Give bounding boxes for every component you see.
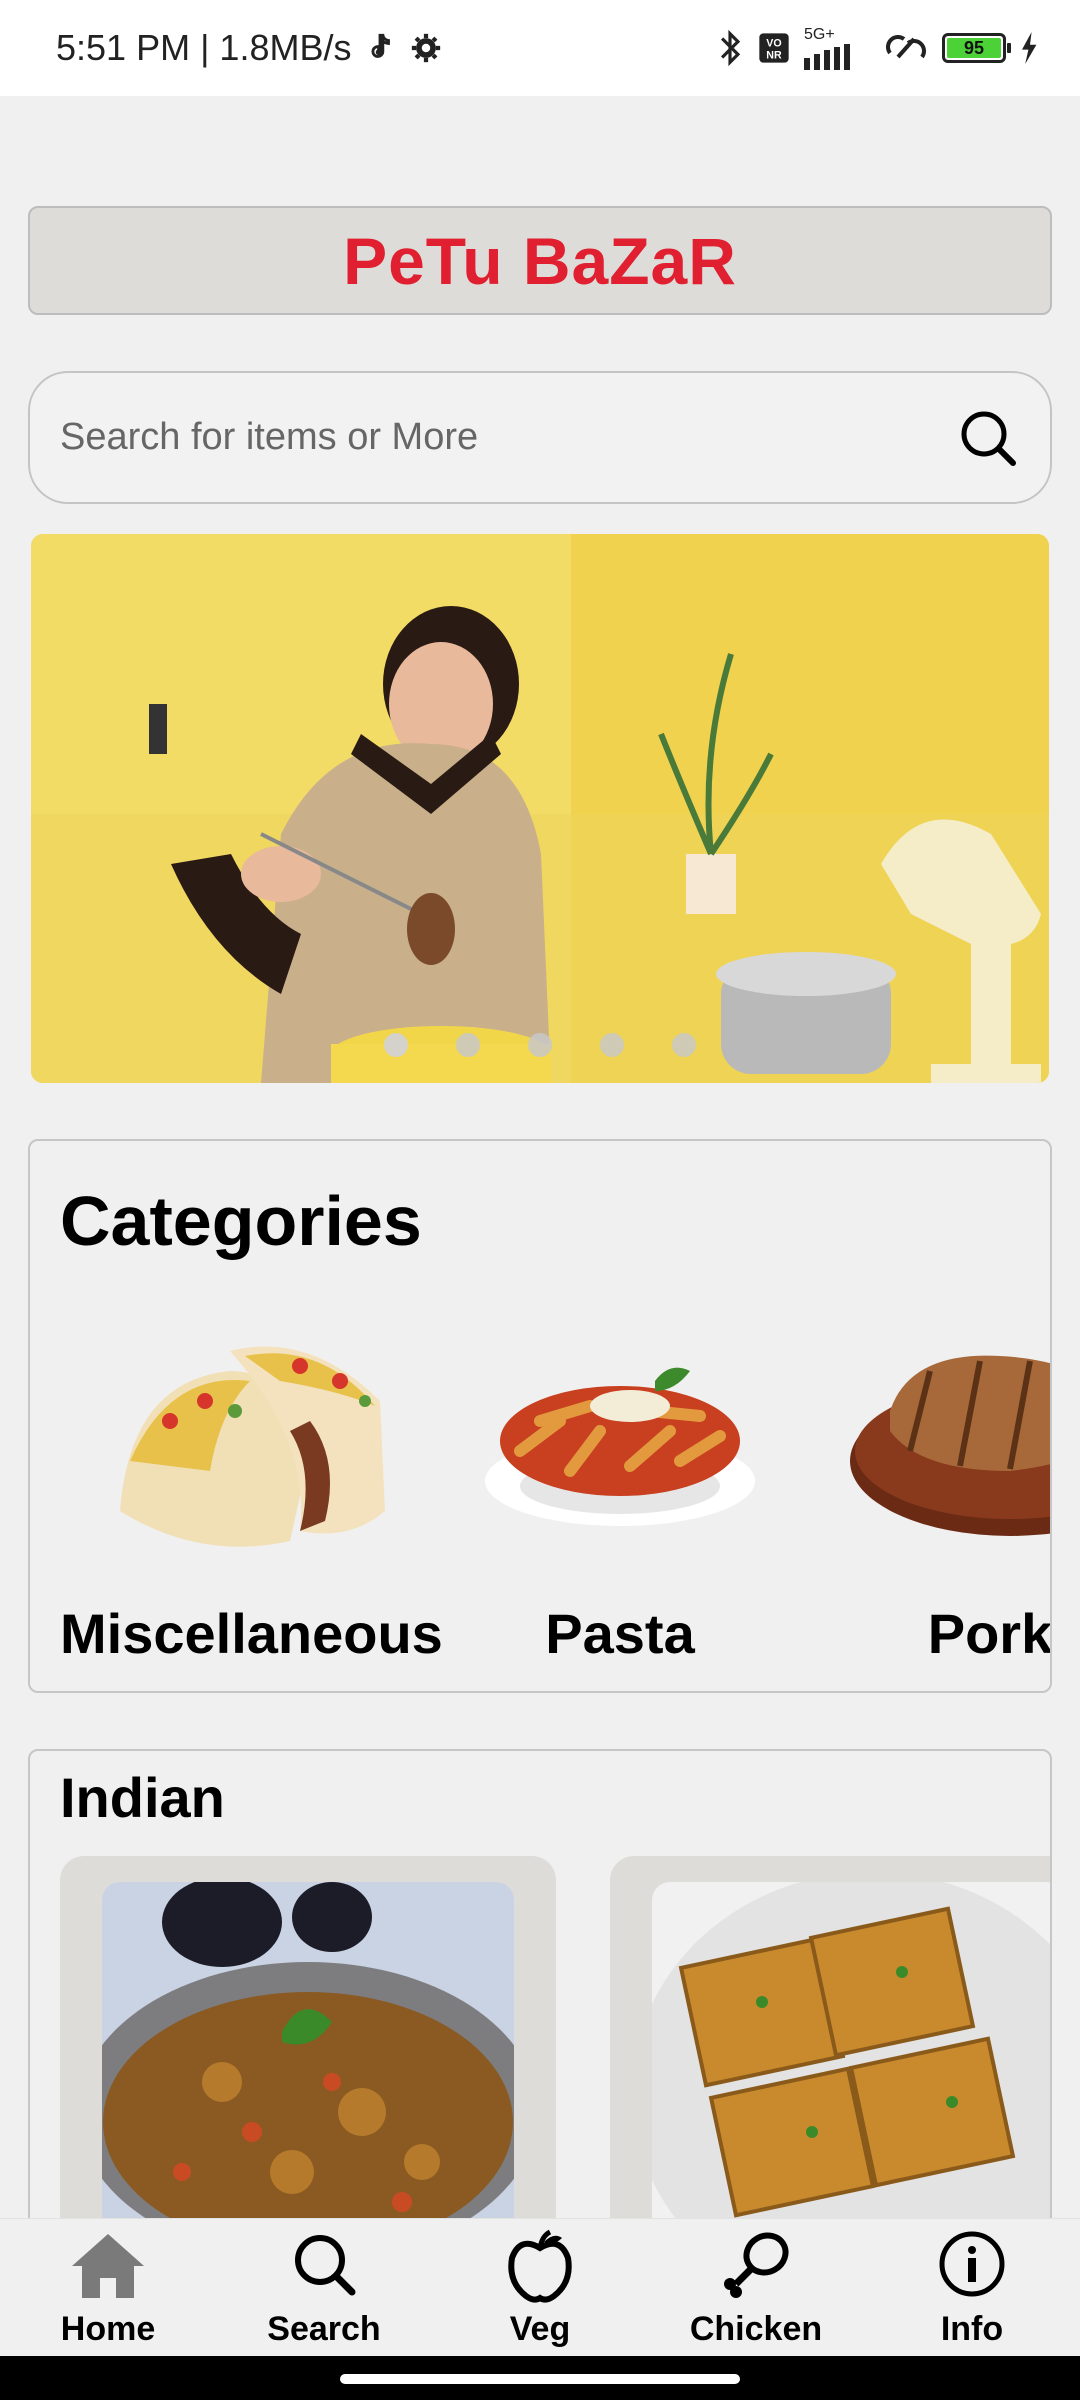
food-card-indian-1[interactable] (60, 1856, 556, 2227)
indian-title: Indian (60, 1766, 225, 1829)
battery-level: 95 (947, 38, 1001, 58)
food-image-frame (652, 1882, 1050, 2227)
nav-label: Info (940, 2310, 1004, 2348)
nav-info[interactable]: Info (872, 2226, 1072, 2349)
banner-dot[interactable] (672, 1033, 696, 1057)
nav-label: Search (267, 2310, 381, 2348)
food-card-indian-2[interactable] (610, 1856, 1050, 2227)
status-bar: 5:51 PM | 1.8MB/s VO NR 5G+ 95 (0, 0, 1080, 96)
baingan-bharta-image (102, 1882, 514, 2227)
pasta-image (485, 1367, 755, 1526)
search-bar[interactable] (28, 371, 1052, 504)
categories-title: Categories (60, 1182, 422, 1260)
home-gesture-handle[interactable] (340, 2374, 740, 2384)
category-label: Miscellaneous (60, 1602, 443, 1665)
home-icon (72, 2234, 144, 2298)
gesture-bar (0, 2356, 1080, 2400)
banner-dot[interactable] (528, 1033, 552, 1057)
search-icon (295, 2235, 356, 2296)
svg-text:NR: NR (766, 50, 782, 62)
volte-icon: VONR (759, 33, 789, 63)
info-icon (939, 2231, 1005, 2297)
search-input[interactable] (60, 416, 956, 459)
indian-section: Indian (28, 1749, 1052, 2229)
category-item-pork[interactable]: Pork (800, 1301, 1052, 1671)
nav-label: Veg (509, 2310, 571, 2348)
status-right: VO NR 5G+ 95 (716, 26, 1040, 70)
status-left: 5:51 PM | 1.8MB/s (56, 27, 443, 69)
banner-dot[interactable] (600, 1033, 624, 1057)
tiktok-icon (372, 33, 391, 58)
nav-chicken[interactable]: Chicken (656, 2226, 856, 2349)
banner-image (31, 534, 1049, 1083)
network-label: 5G+ (804, 26, 835, 43)
nav-home[interactable]: Home (8, 2226, 208, 2349)
charging-icon (1022, 32, 1037, 64)
search-icon[interactable] (956, 406, 1020, 470)
bluetooth-icon (720, 29, 741, 67)
gear-icon (412, 33, 441, 63)
pork-chop-image (850, 1355, 1050, 1536)
nav-label: Home (60, 2310, 156, 2348)
status-time-speed: 5:51 PM | 1.8MB/s (56, 27, 352, 68)
banner-dot[interactable] (456, 1033, 480, 1057)
nav-label: Chicken (689, 2310, 823, 2348)
banner-dot[interactable] (384, 1033, 408, 1057)
drumstick-icon (724, 2232, 789, 2298)
signal-group: 5G+ (804, 26, 870, 70)
category-label: Pork (927, 1602, 1052, 1665)
category-item-miscellaneous[interactable]: Miscellaneous (60, 1301, 443, 1671)
nav-veg[interactable]: Veg (440, 2226, 640, 2349)
hotspot-link-icon (886, 35, 926, 59)
app-title: PeTu BaZaR (343, 223, 737, 298)
battery-icon: 95 (942, 33, 1011, 63)
banner-dots (31, 1033, 1049, 1057)
promo-banner[interactable] (31, 534, 1049, 1083)
bottom-navigation: Home Search Veg Chicken Info (0, 2218, 1080, 2356)
taco-image (120, 1346, 385, 1547)
categories-section: Categories Miscellaneous Pasta Pork (28, 1139, 1052, 1693)
apple-icon (508, 2229, 572, 2303)
signal-icon (804, 44, 850, 70)
food-image-frame (102, 1882, 514, 2227)
category-item-pasta[interactable]: Pasta (430, 1301, 810, 1671)
bread-toast-image (652, 1882, 1050, 2227)
category-label: Pasta (545, 1602, 695, 1665)
app-title-bar: PeTu BaZaR (28, 206, 1052, 315)
nav-search[interactable]: Search (224, 2226, 424, 2349)
svg-text:VO: VO (766, 38, 781, 50)
